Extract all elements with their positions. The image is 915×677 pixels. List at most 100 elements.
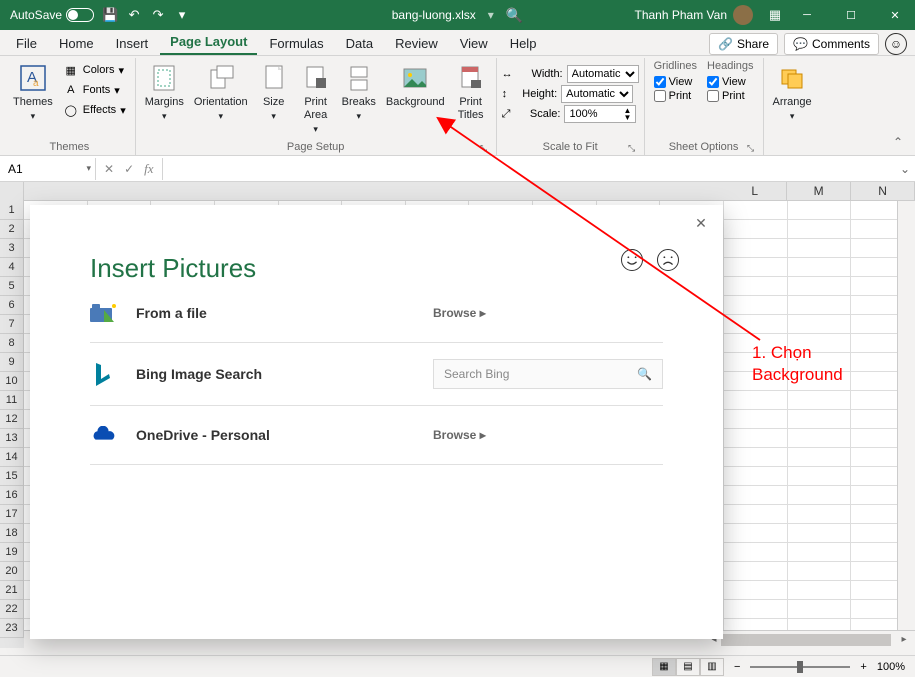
row-header[interactable]: 21 [0,581,24,600]
share-button[interactable]: 🔗 Share [709,33,778,55]
sad-face-icon[interactable] [657,249,679,271]
tab-formulas[interactable]: Formulas [259,32,333,55]
row-header[interactable]: 18 [0,524,24,543]
zoom-out-icon[interactable]: − [734,661,740,673]
vertical-scrollbar[interactable] [897,201,915,630]
row-header[interactable]: 17 [0,505,24,524]
redo-icon[interactable]: ↷ [150,7,166,23]
minimize-button[interactable]: ─ [787,0,827,30]
expand-fbar-icon[interactable]: ⌄ [895,162,915,176]
collapse-ribbon-icon[interactable]: ⌃ [893,135,909,151]
accept-icon[interactable]: ✓ [124,162,134,176]
fonts-button[interactable]: AFonts ▾ [59,80,130,100]
col-header[interactable]: L [723,182,787,200]
col-header[interactable]: M [787,182,851,200]
orientation-icon [205,62,237,94]
zoom-level[interactable]: 100% [877,661,905,673]
tab-file[interactable]: File [6,32,47,55]
undo-icon[interactable]: ↶ [126,7,142,23]
tab-page-layout[interactable]: Page Layout [160,30,257,55]
name-box[interactable]: A1▾ [4,158,96,180]
toggle-off-icon[interactable] [66,8,94,22]
row-header[interactable]: 9 [0,353,24,372]
background-button[interactable]: Background [382,60,449,111]
hscroll-thumb[interactable] [721,634,891,646]
happy-face-icon[interactable] [621,249,643,271]
page-break-view-icon[interactable]: ▥ [700,658,724,676]
comments-button[interactable]: 💬 Comments [784,33,879,55]
row-header[interactable]: 5 [0,277,24,296]
row-header[interactable]: 14 [0,448,24,467]
effects-button[interactable]: ◯Effects ▾ [59,100,130,120]
headings-print-check[interactable]: Print [707,90,753,102]
col-header[interactable]: N [851,182,915,200]
bing-search-row[interactable]: Bing Image Search Search Bing🔍 [90,343,663,406]
bing-search-input[interactable]: Search Bing🔍 [433,359,663,389]
scale-launcher-icon[interactable]: ⤡ [627,143,637,153]
tab-data[interactable]: Data [336,32,383,55]
themes-button[interactable]: Aa Themes▾ [9,60,57,124]
tab-help[interactable]: Help [500,32,547,55]
row-header[interactable]: 2 [0,220,24,239]
row-header[interactable]: 1 [0,201,24,220]
fx-icon[interactable]: fx [144,161,153,177]
scale-spinner[interactable]: 100%▲▼ [564,105,636,123]
zoom-in-icon[interactable]: + [860,661,866,673]
height-select[interactable]: Automatic [561,85,633,103]
margins-button[interactable]: Margins▾ [141,60,188,124]
maximize-button[interactable]: ☐ [831,0,871,30]
ribbon-options-icon[interactable]: ▦ [767,7,783,23]
feedback-smiley-icon[interactable]: ☺ [885,33,907,55]
page-setup-launcher-icon[interactable]: ⤡ [479,143,489,153]
row-header[interactable]: 22 [0,600,24,619]
dialog-close-icon[interactable]: ✕ [691,215,711,235]
cancel-icon[interactable]: ✕ [104,162,114,176]
sheet-launcher-icon[interactable]: ⤡ [746,143,756,153]
row-header[interactable]: 10 [0,372,24,391]
save-icon[interactable]: 💾 [102,7,118,23]
colors-button[interactable]: ▦Colors ▾ [59,60,130,80]
headings-view-check[interactable]: View [707,76,753,88]
tab-review[interactable]: Review [385,32,448,55]
row-header[interactable]: 15 [0,467,24,486]
tab-insert[interactable]: Insert [106,32,159,55]
print-area-button[interactable]: Print Area▾ [296,60,336,137]
scroll-right-icon[interactable]: ▸ [897,634,911,645]
gridlines-view-check[interactable]: View [654,76,697,88]
row-header[interactable]: 6 [0,296,24,315]
select-all-corner[interactable] [0,182,24,201]
normal-view-icon[interactable]: ▦ [652,658,676,676]
from-file-row[interactable]: From a file Browse ▸ [90,284,663,343]
browse-link[interactable]: Browse ▸ [433,428,486,442]
size-button[interactable]: Size▾ [254,60,294,124]
row-header[interactable]: 11 [0,391,24,410]
row-header[interactable]: 4 [0,258,24,277]
close-button[interactable]: ✕ [875,0,915,30]
gridlines-print-check[interactable]: Print [654,90,697,102]
row-header[interactable]: 16 [0,486,24,505]
onedrive-row[interactable]: OneDrive - Personal Browse ▸ [90,406,663,465]
browse-link[interactable]: Browse ▸ [433,306,486,320]
page-layout-view-icon[interactable]: ▤ [676,658,700,676]
row-header[interactable]: 19 [0,543,24,562]
row-header[interactable]: 23 [0,619,24,638]
orientation-button[interactable]: Orientation▾ [190,60,252,124]
formula-input[interactable] [163,158,895,180]
search-icon[interactable]: 🔍 [506,7,523,24]
row-header[interactable]: 3 [0,239,24,258]
tab-view[interactable]: View [450,32,498,55]
print-titles-button[interactable]: Print Titles [451,60,491,124]
row-header[interactable]: 8 [0,334,24,353]
autosave-toggle[interactable]: AutoSave [10,8,94,22]
qat-dropdown-icon[interactable]: ▾ [174,7,190,23]
width-select[interactable]: Automatic [567,65,639,83]
row-header[interactable]: 12 [0,410,24,429]
row-header[interactable]: 7 [0,315,24,334]
arrange-button[interactable]: Arrange▾ [769,60,816,124]
user-account[interactable]: Thanh Pham Van [634,5,763,25]
row-header[interactable]: 13 [0,429,24,448]
row-header[interactable]: 20 [0,562,24,581]
breaks-button[interactable]: Breaks▾ [338,60,380,124]
tab-home[interactable]: Home [49,32,104,55]
zoom-slider[interactable] [750,666,850,668]
